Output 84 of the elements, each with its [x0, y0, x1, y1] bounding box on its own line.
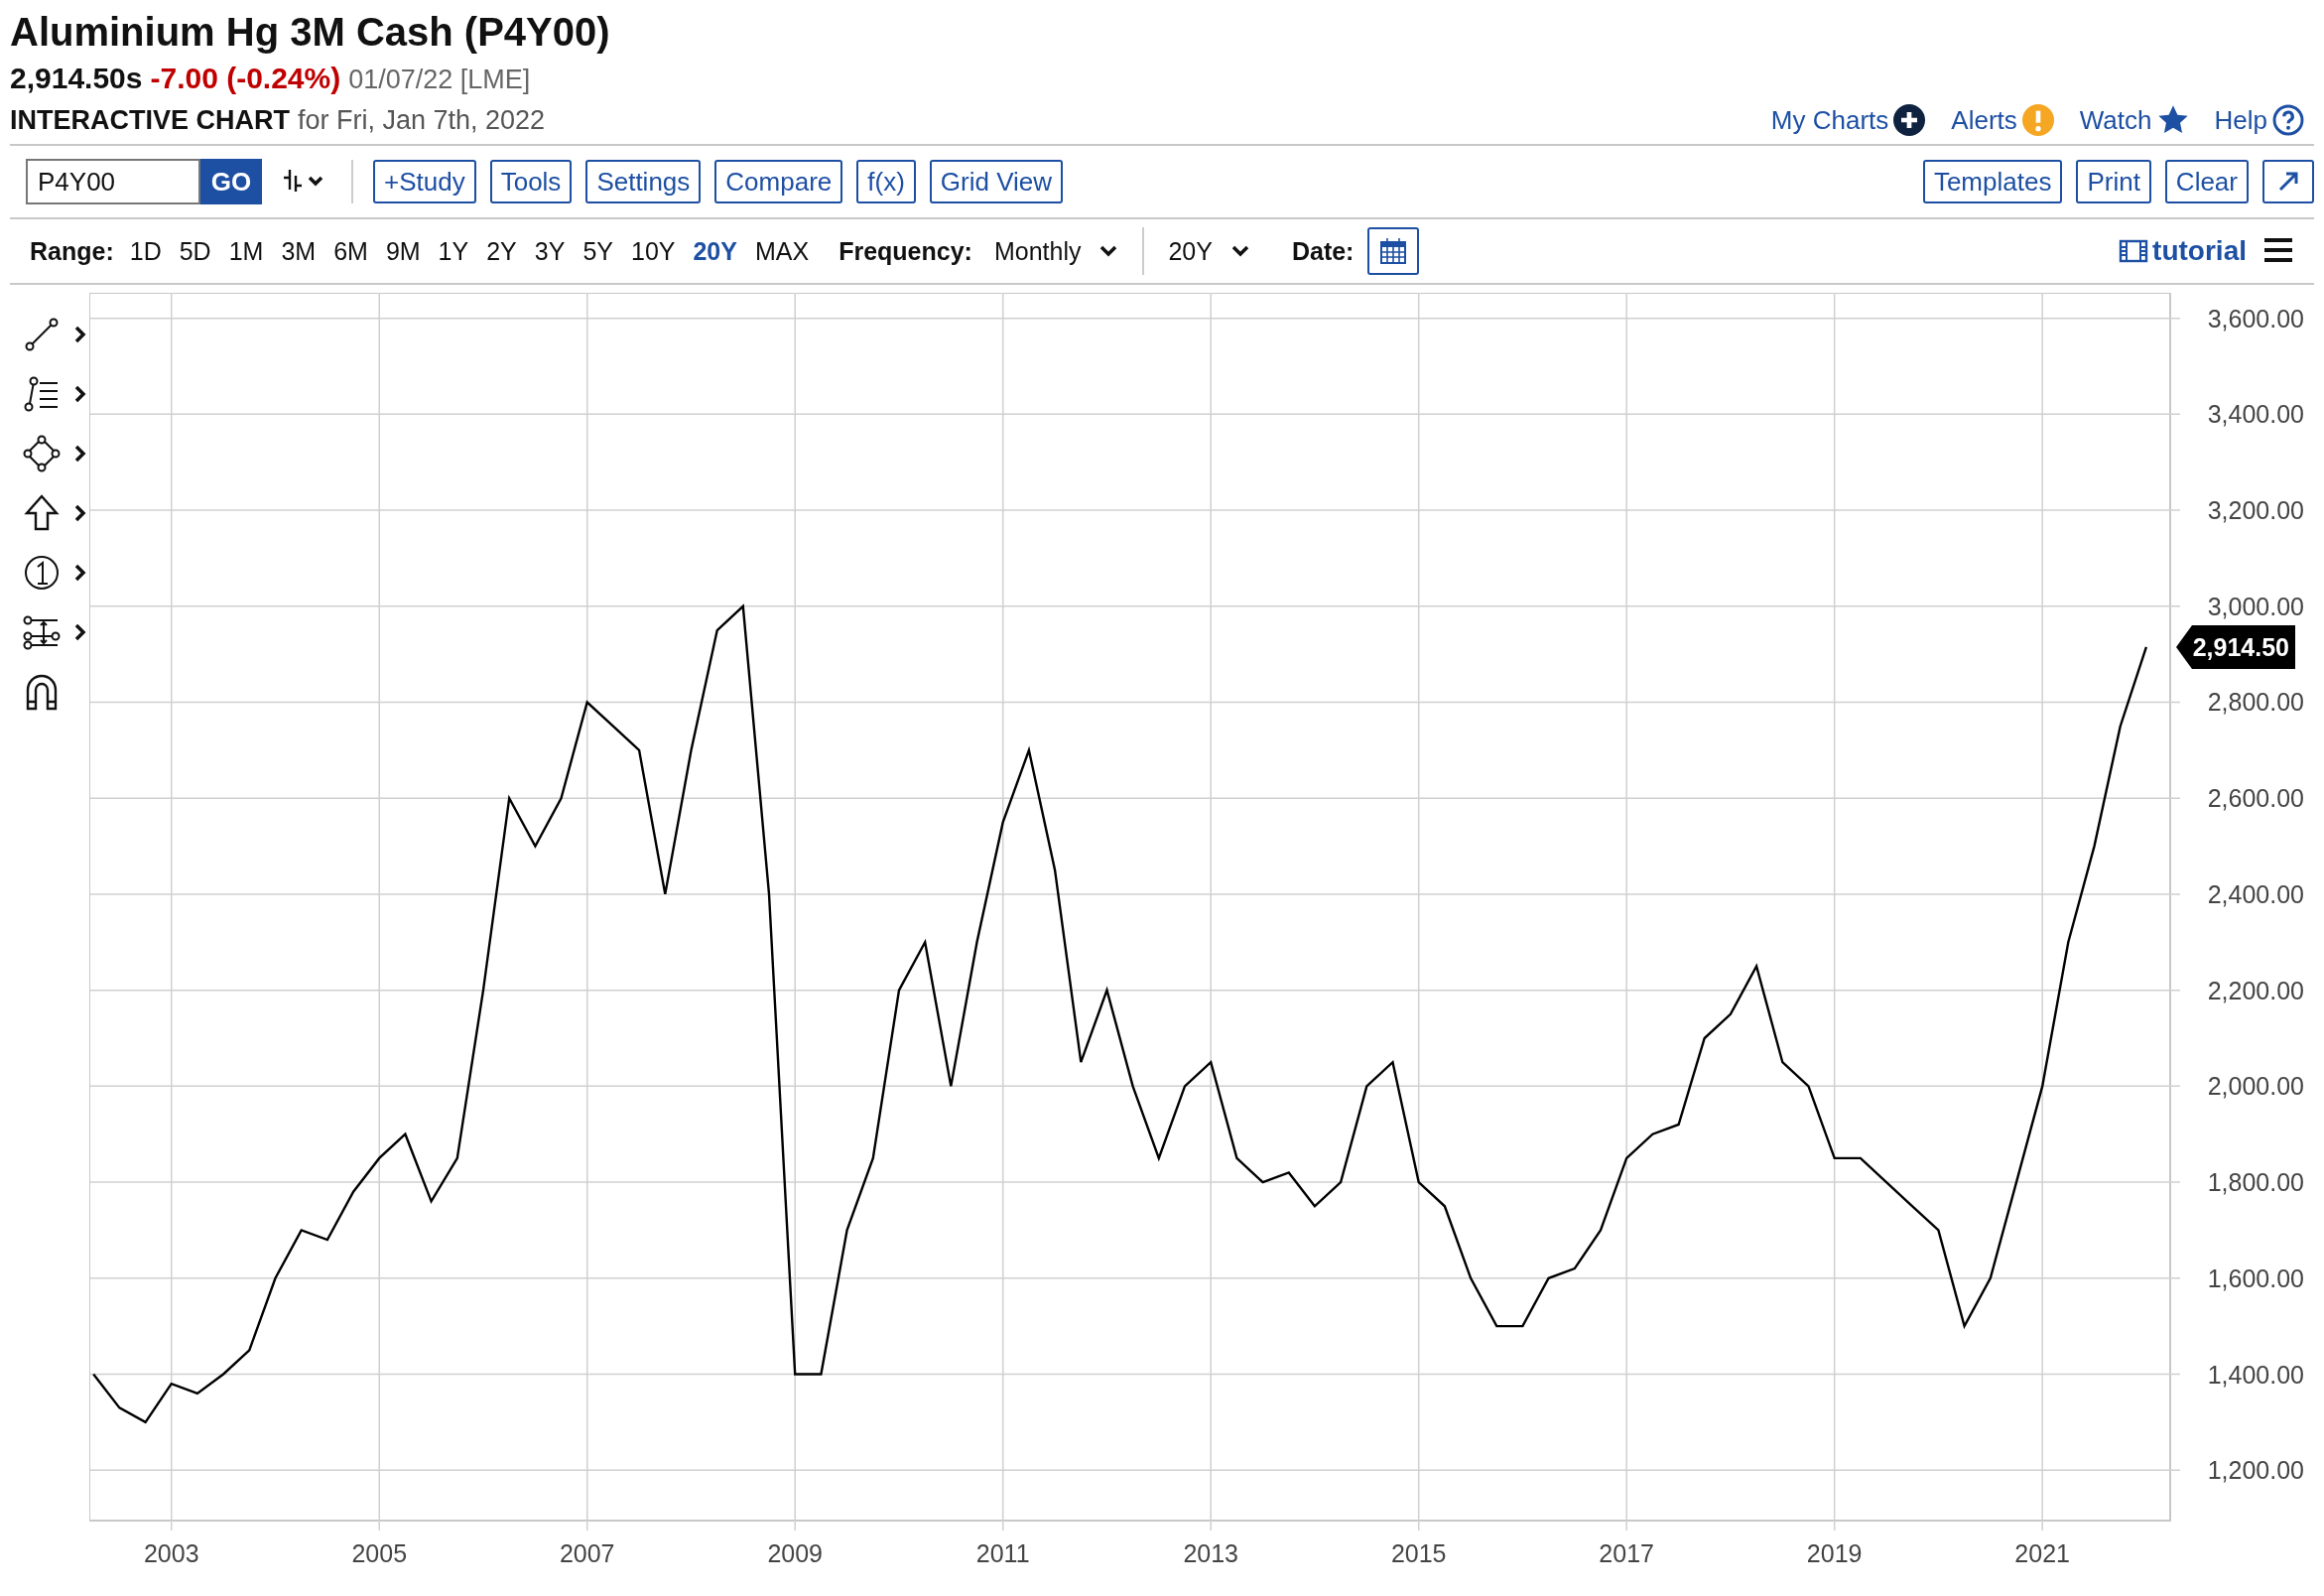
- chevron-right-icon: [73, 325, 87, 344]
- toolbar-button[interactable]: Settings: [585, 160, 702, 203]
- toolbar-button[interactable]: f(x): [856, 160, 916, 203]
- range-option[interactable]: 6M: [333, 236, 368, 266]
- x-axis-label: 2011: [975, 1539, 1030, 1567]
- toolbar-button[interactable]: Clear: [2164, 160, 2249, 203]
- range-option[interactable]: 1D: [129, 236, 162, 266]
- menu-icon: [2262, 235, 2294, 264]
- x-axis-label: 2007: [559, 1539, 615, 1567]
- y-axis-label: 3,000.00: [2207, 592, 2304, 620]
- chevron-down-icon: [1098, 244, 1119, 258]
- x-axis-label: 2009: [767, 1539, 824, 1567]
- y-axis-label: 2,400.00: [2207, 879, 2304, 908]
- page-title: Aluminium Hg 3M Cash (P4Y00): [10, 9, 611, 56]
- toolbar-button[interactable]: Compare: [714, 160, 843, 203]
- chevron-right-icon: [73, 563, 87, 583]
- chart-label: INTERACTIVE CHART: [10, 104, 290, 136]
- numbered-circle-icon: [22, 553, 62, 593]
- y-axis-label: 1,800.00: [2207, 1168, 2304, 1197]
- top-link[interactable]: My Charts: [1770, 104, 1926, 136]
- y-axis-label: 1,400.00: [2207, 1360, 2304, 1389]
- go-button[interactable]: GO: [200, 159, 262, 204]
- x-axis-label: 2021: [2014, 1539, 2070, 1567]
- toolbar-button[interactable]: Print: [2076, 160, 2151, 203]
- y-axis-label: 3,400.00: [2207, 400, 2304, 429]
- symbol-field[interactable]: P4Y00: [26, 159, 200, 204]
- chevron-right-icon: [73, 622, 87, 642]
- y-axis-label: 3,600.00: [2207, 304, 2304, 332]
- toolbar-button[interactable]: Grid View: [929, 160, 1064, 203]
- tutorial-link[interactable]: tutorial: [2119, 235, 2247, 267]
- range-option[interactable]: MAX: [754, 236, 810, 266]
- change-text: -7.00 (-0.24%): [150, 61, 341, 96]
- frequency-label: Frequency:: [839, 236, 972, 266]
- range-label: Range:: [30, 236, 114, 266]
- chevron-right-icon: [73, 503, 87, 523]
- range-option[interactable]: 3M: [281, 236, 317, 266]
- calendar-button[interactable]: [1367, 227, 1420, 275]
- x-axis-label: 2005: [351, 1539, 408, 1567]
- y-axis-label: 2,000.00: [2207, 1072, 2304, 1101]
- star-icon: [2156, 104, 2189, 136]
- y-axis-label: 1,600.00: [2207, 1264, 2304, 1292]
- expand-button[interactable]: [2262, 160, 2314, 203]
- film-icon: [2119, 238, 2149, 264]
- y-axis-label: 2,600.00: [2207, 784, 2304, 813]
- plus-icon: [1893, 104, 1926, 136]
- x-axis-label: 2019: [1806, 1539, 1863, 1567]
- date-exchange-text: 01/07/22 [LME]: [348, 64, 531, 96]
- top-link[interactable]: Help: [2214, 104, 2304, 136]
- range-option[interactable]: 5D: [179, 236, 211, 266]
- toolbar-button[interactable]: Tools: [489, 160, 573, 203]
- chevron-right-icon: [73, 444, 87, 464]
- range-option[interactable]: 2Y: [486, 236, 517, 266]
- period-dropdown[interactable]: 20Y: [1162, 235, 1256, 267]
- range-option[interactable]: 1M: [228, 236, 264, 266]
- range-option[interactable]: 1Y: [438, 236, 469, 266]
- x-axis-label: 2003: [143, 1539, 199, 1567]
- y-axis-label: 3,200.00: [2207, 496, 2304, 525]
- toolbar-button[interactable]: +Study: [373, 160, 476, 203]
- chart-date: for Fri, Jan 7th, 2022: [298, 104, 546, 136]
- range-option[interactable]: 10Y: [631, 236, 676, 266]
- range-option[interactable]: 3Y: [534, 236, 566, 266]
- x-axis-label: 2015: [1390, 1539, 1447, 1567]
- price-tag: 2,914.50: [2176, 624, 2295, 669]
- alert-icon: [2021, 104, 2054, 136]
- y-axis-label: 1,200.00: [2207, 1456, 2304, 1485]
- up-arrow-icon: [22, 493, 62, 533]
- help-icon: [2272, 104, 2304, 136]
- frequency-dropdown[interactable]: Monthly: [987, 235, 1125, 267]
- chevron-down-icon: [1229, 244, 1250, 258]
- x-axis-label: 2013: [1183, 1539, 1238, 1567]
- date-label: Date:: [1291, 236, 1355, 266]
- x-axis-label: 2017: [1599, 1539, 1654, 1567]
- y-axis-label: 2,800.00: [2207, 688, 2304, 717]
- range-option[interactable]: 5Y: [582, 236, 613, 266]
- range-option[interactable]: 9M: [385, 236, 421, 266]
- top-link[interactable]: Watch: [2079, 104, 2189, 136]
- range-option[interactable]: 20Y: [693, 236, 737, 266]
- calendar-icon: [1378, 236, 1409, 266]
- ellipse-nodes-icon: [22, 434, 62, 473]
- chevron-right-icon: [73, 384, 87, 404]
- y-axis-label: 2,200.00: [2207, 976, 2304, 1004]
- toolbar-button[interactable]: Templates: [1922, 160, 2063, 203]
- price-text: 2,914.50s: [10, 61, 143, 96]
- top-link[interactable]: Alerts: [1951, 104, 2054, 136]
